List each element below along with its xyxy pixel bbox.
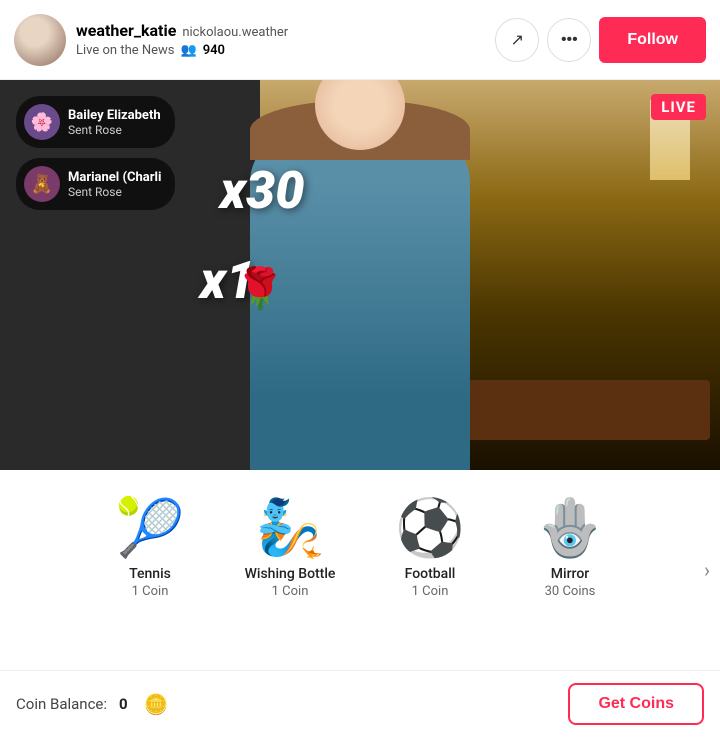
gifts-row: 🎾 Tennis 1 Coin 🧞 Wishing Bottle 1 Coin … [10,490,710,609]
gift-item-mirror[interactable]: 🪬 Mirror 30 Coins [500,490,640,609]
notif-avatar-1: 🌸 [24,104,60,140]
gift-item-tennis[interactable]: 🎾 Tennis 1 Coin [80,490,220,609]
gifts-panel: 🎾 Tennis 1 Coin 🧞 Wishing Bottle 1 Coin … [0,470,720,670]
gift-price-mirror: 30 Coins [545,584,596,599]
gift-emoji-wishing-bottle: 🧞 [255,500,325,556]
gift-name-mirror: Mirror [551,566,589,582]
notif-name-1: Bailey Elizabeth [68,108,161,123]
gift-price-football: 1 Coin [412,584,449,599]
gift-price-tennis: 1 Coin [132,584,169,599]
footer: Coin Balance: 0 🪙 Get Coins [0,670,720,737]
notif-text-1: Bailey Elizabeth Sent Rose [68,108,161,137]
follow-button[interactable]: Follow [599,17,706,63]
rose-emoji: 🌹 [235,265,285,312]
header: weather_katie nickolaou.weather Live on … [0,0,720,80]
notification-2: 🧸 Marianel (Charli Sent Rose [16,158,175,210]
avatar [14,14,66,66]
notification-1: 🌸 Bailey Elizabeth Sent Rose [16,96,175,148]
username: weather_katie [76,21,176,40]
gift-name-football: Football [405,566,456,582]
gift-emoji-tennis: 🎾 [115,500,185,556]
more-button[interactable]: ••• [547,18,591,62]
gift-emoji-football: ⚽ [395,500,465,556]
gift-name-tennis: Tennis [129,566,171,582]
gift-emoji-mirror: 🪬 [535,500,605,556]
gift-item-wishing-bottle[interactable]: 🧞 Wishing Bottle 1 Coin [220,490,360,609]
handle: nickolaou.weather [182,25,288,40]
notif-action-1: Sent Rose [68,123,161,137]
coin-balance-count: 0 [119,695,128,713]
notif-action-2: Sent Rose [68,185,161,199]
live-on-news-label: Live on the News [76,43,175,58]
gifts-next-arrow[interactable]: › [704,558,710,582]
notif-avatar-2: 🧸 [24,166,60,202]
multiplier-30: x30 [220,160,304,221]
header-info: weather_katie nickolaou.weather Live on … [76,21,495,58]
coin-icon: 🪙 [144,692,169,716]
get-coins-button[interactable]: Get Coins [568,683,704,725]
header-actions: ↗ ••• Follow [495,17,706,63]
notification-container: 🌸 Bailey Elizabeth Sent Rose 🧸 Marianel … [16,96,175,210]
share-button[interactable]: ↗ [495,18,539,62]
coin-balance-label: Coin Balance: [16,695,107,713]
gift-name-wishing-bottle: Wishing Bottle [245,566,336,582]
live-badge: LIVE [651,94,706,120]
viewers-count: 940 [203,43,225,58]
viewers-icon: 👥 [181,43,197,58]
notif-name-2: Marianel (Charli [68,170,161,185]
video-container: 🌸 Bailey Elizabeth Sent Rose 🧸 Marianel … [0,80,720,470]
notif-text-2: Marianel (Charli Sent Rose [68,170,161,199]
gift-item-football[interactable]: ⚽ Football 1 Coin [360,490,500,609]
gift-price-wishing-bottle: 1 Coin [272,584,309,599]
